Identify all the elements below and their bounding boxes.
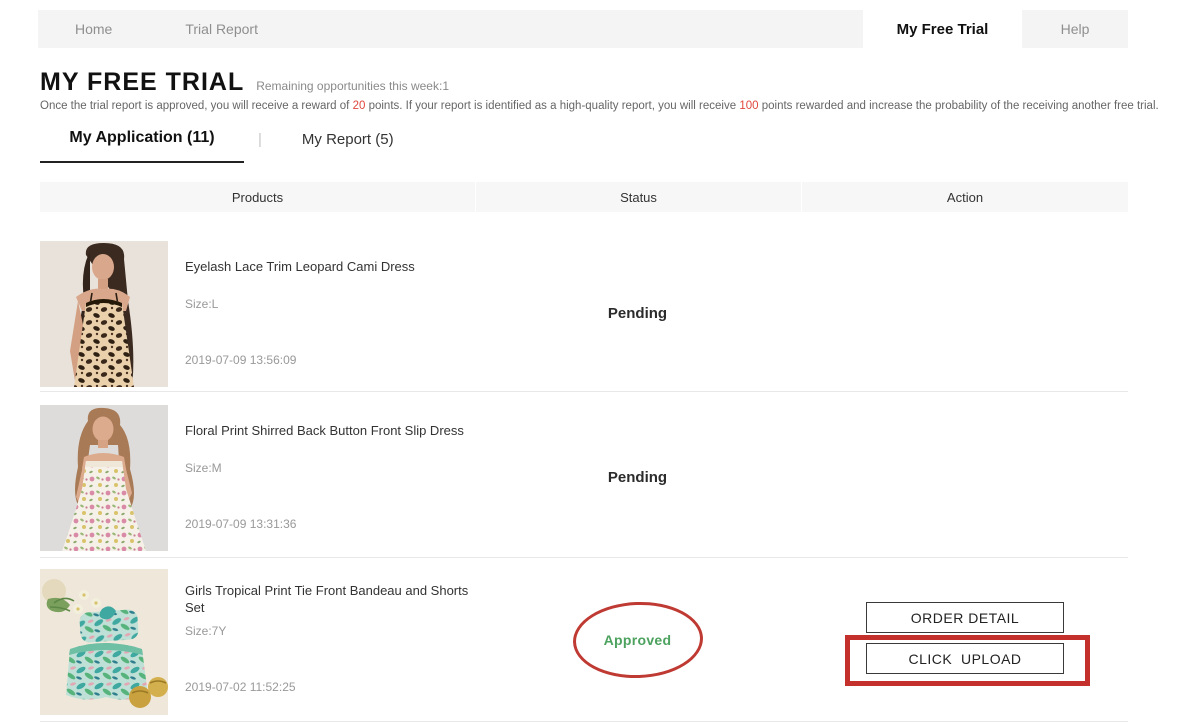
product-title[interactable]: Girls Tropical Print Tie Front Bandeau a…	[185, 582, 470, 616]
product-info: Eyelash Lace Trim Leopard Cami Dress Siz…	[185, 258, 485, 367]
nav-item-my-free-trial[interactable]: My Free Trial	[863, 10, 1022, 48]
tab-separator: |	[258, 131, 262, 148]
trial-tabs: My Application (11) | My Report (5)	[40, 129, 394, 163]
product-image-tropical-set[interactable]	[40, 569, 168, 715]
table-header: Products Status Action	[40, 182, 1128, 212]
page-header: MY FREE TRIAL Remaining opportunities th…	[40, 68, 449, 97]
status-cell: Pending	[475, 392, 800, 557]
nav-item-home[interactable]: Home	[38, 10, 112, 48]
table-row: Eyelash Lace Trim Leopard Cami Dress Siz…	[40, 212, 1128, 392]
products-cell: Eyelash Lace Trim Leopard Cami Dress Siz…	[40, 212, 475, 391]
status-badge-approved: Approved	[604, 632, 672, 648]
desc-text-3: points rewarded and increase the probabi…	[762, 100, 1159, 112]
product-info: Girls Tropical Print Tie Front Bandeau a…	[185, 582, 485, 694]
nav-spacer	[258, 10, 863, 48]
page-title: MY FREE TRIAL	[40, 68, 244, 97]
application-date: 2019-07-02 11:52:25	[185, 680, 485, 694]
top-nav: Home Trial Report My Free Trial Help	[38, 10, 1128, 48]
nav-item-trial-report[interactable]: Trial Report	[112, 10, 258, 48]
points-value-20: 20	[353, 100, 366, 112]
product-size: Size:7Y	[185, 624, 485, 638]
click-upload-button[interactable]: CLICK UPLOAD	[866, 643, 1064, 674]
nav-item-help[interactable]: Help	[1022, 10, 1128, 48]
product-title[interactable]: Floral Print Shirred Back Button Front S…	[185, 422, 485, 439]
application-date: 2019-07-09 13:31:36	[185, 517, 485, 531]
order-detail-button[interactable]: ORDER DETAIL	[866, 602, 1064, 633]
product-size: Size:L	[185, 297, 485, 311]
desc-text-2: points. If your report is identified as …	[369, 100, 737, 112]
product-image-leopard-dress[interactable]	[40, 241, 168, 387]
action-cell: ORDER DETAIL CLICK UPLOAD	[800, 558, 1128, 721]
reward-description: Once the trial report is approved, you w…	[40, 100, 1130, 112]
application-date: 2019-07-09 13:56:09	[185, 353, 485, 367]
column-header-action: Action	[802, 182, 1128, 212]
status-badge-pending: Pending	[608, 305, 667, 322]
status-cell: Approved	[475, 558, 800, 721]
table-row: Girls Tropical Print Tie Front Bandeau a…	[40, 558, 1128, 722]
tab-my-application[interactable]: My Application (11)	[40, 129, 244, 163]
status-badge-pending: Pending	[608, 469, 667, 486]
product-image-floral-dress[interactable]	[40, 405, 168, 551]
points-value-100: 100	[739, 100, 758, 112]
table-row: Floral Print Shirred Back Button Front S…	[40, 392, 1128, 558]
product-info: Floral Print Shirred Back Button Front S…	[185, 422, 485, 531]
desc-text-1: Once the trial report is approved, you w…	[40, 100, 349, 112]
product-title[interactable]: Eyelash Lace Trim Leopard Cami Dress	[185, 258, 485, 275]
status-cell: Pending	[475, 212, 800, 391]
action-cell	[800, 392, 1128, 557]
column-header-products: Products	[40, 182, 475, 212]
column-header-status: Status	[476, 182, 801, 212]
products-cell: Girls Tropical Print Tie Front Bandeau a…	[40, 558, 475, 721]
product-size: Size:M	[185, 461, 485, 475]
remaining-opportunities-label: Remaining opportunities this week:1	[256, 79, 449, 93]
products-cell: Floral Print Shirred Back Button Front S…	[40, 392, 475, 557]
action-cell	[800, 212, 1128, 391]
tab-my-report[interactable]: My Report (5)	[302, 131, 394, 148]
